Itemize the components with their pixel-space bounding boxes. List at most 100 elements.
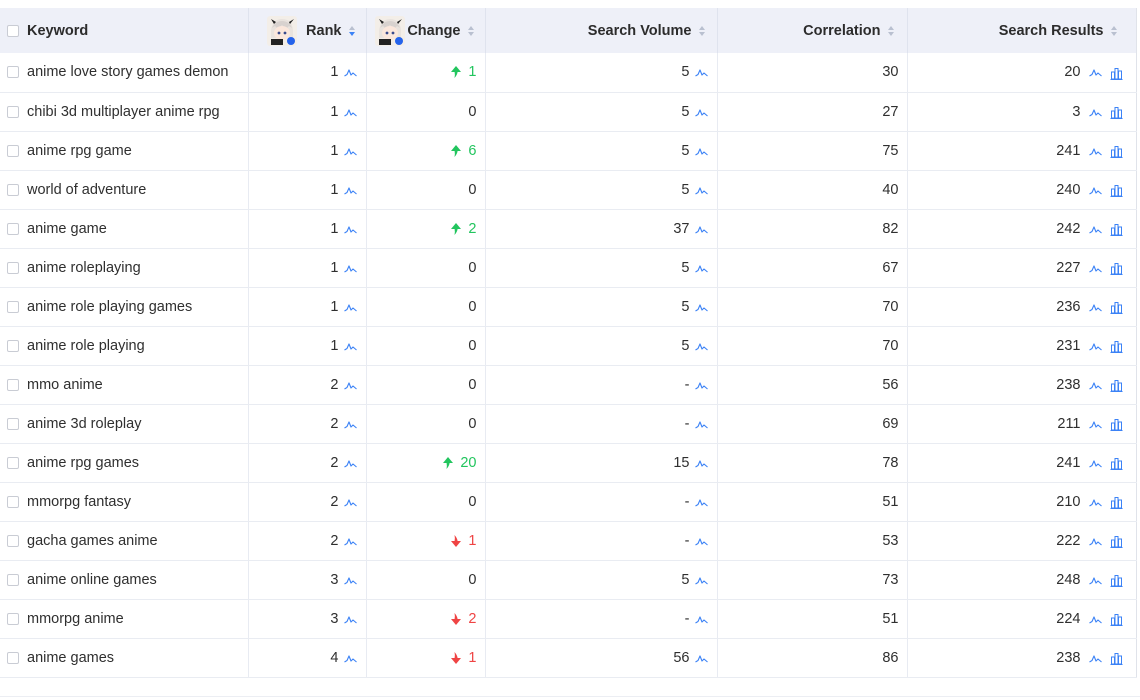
- trend-chart-icon[interactable]: [1088, 108, 1102, 118]
- trend-chart-icon[interactable]: [343, 420, 357, 430]
- bar-chart-icon[interactable]: [1110, 145, 1123, 158]
- trend-chart-icon[interactable]: [343, 303, 357, 313]
- table-row[interactable]: anime 3d roleplay 2 0 - 69 211: [0, 404, 1137, 444]
- keyword-text[interactable]: mmorpg fantasy: [27, 494, 131, 510]
- table-row[interactable]: anime role playing games 1 0 5 70 236: [0, 287, 1137, 327]
- search-results-column-header[interactable]: Search Results: [907, 8, 1137, 53]
- trend-chart-icon[interactable]: [694, 147, 708, 157]
- table-row[interactable]: mmorpg fantasy 2 0 - 51 210: [0, 482, 1137, 522]
- row-checkbox[interactable]: [7, 261, 19, 274]
- bar-chart-icon[interactable]: [1110, 652, 1123, 665]
- row-checkbox[interactable]: [7, 495, 19, 508]
- trend-chart-icon[interactable]: [343, 186, 357, 196]
- row-checkbox[interactable]: [7, 66, 19, 79]
- row-checkbox[interactable]: [7, 378, 19, 391]
- trend-chart-icon[interactable]: [1088, 264, 1102, 274]
- table-row[interactable]: anime game 1 2 37 82 242: [0, 209, 1137, 249]
- trend-chart-icon[interactable]: [1088, 68, 1102, 78]
- trend-chart-icon[interactable]: [1088, 654, 1102, 664]
- trend-chart-icon[interactable]: [343, 576, 357, 586]
- bar-chart-icon[interactable]: [1110, 574, 1123, 587]
- row-checkbox[interactable]: [7, 300, 19, 313]
- correlation-column-header[interactable]: Correlation: [717, 8, 908, 53]
- trend-chart-icon[interactable]: [694, 615, 708, 625]
- sort-icon[interactable]: [887, 25, 895, 37]
- trend-chart-icon[interactable]: [694, 420, 708, 430]
- table-row[interactable]: anime rpg games 2 20 15 78 241: [0, 443, 1137, 483]
- keyword-text[interactable]: anime game: [27, 221, 107, 237]
- row-checkbox[interactable]: [7, 651, 19, 664]
- table-row[interactable]: anime online games 3 0 5 73 248: [0, 560, 1137, 600]
- trend-chart-icon[interactable]: [694, 303, 708, 313]
- bar-chart-icon[interactable]: [1110, 457, 1123, 470]
- row-checkbox[interactable]: [7, 534, 19, 547]
- trend-chart-icon[interactable]: [694, 459, 708, 469]
- trend-chart-icon[interactable]: [343, 68, 357, 78]
- keyword-text[interactable]: anime love story games demon: [27, 64, 229, 80]
- trend-chart-icon[interactable]: [694, 381, 708, 391]
- trend-chart-icon[interactable]: [694, 225, 708, 235]
- keyword-text[interactable]: anime roleplaying: [27, 260, 141, 276]
- trend-chart-icon[interactable]: [694, 498, 708, 508]
- trend-chart-icon[interactable]: [1088, 381, 1102, 391]
- keyword-text[interactable]: anime online games: [27, 572, 157, 588]
- bar-chart-icon[interactable]: [1110, 106, 1123, 119]
- bar-chart-icon[interactable]: [1110, 184, 1123, 197]
- row-checkbox[interactable]: [7, 456, 19, 469]
- trend-chart-icon[interactable]: [694, 264, 708, 274]
- row-checkbox[interactable]: [7, 612, 19, 625]
- bar-chart-icon[interactable]: [1110, 301, 1123, 314]
- keyword-text[interactable]: mmorpg anime: [27, 611, 124, 627]
- trend-chart-icon[interactable]: [1088, 576, 1102, 586]
- sort-icon[interactable]: [698, 25, 706, 37]
- sort-icon[interactable]: [348, 25, 356, 37]
- table-row[interactable]: world of adventure 1 0 5 40 240: [0, 170, 1137, 210]
- trend-chart-icon[interactable]: [343, 615, 357, 625]
- bar-chart-icon[interactable]: [1110, 223, 1123, 236]
- table-row[interactable]: anime love story games demon 1 1 5 30 20: [0, 53, 1137, 93]
- trend-chart-icon[interactable]: [1088, 186, 1102, 196]
- keyword-text[interactable]: mmo anime: [27, 377, 103, 393]
- keyword-text[interactable]: anime games: [27, 650, 114, 666]
- table-row[interactable]: anime role playing 1 0 5 70 231: [0, 326, 1137, 366]
- keyword-text[interactable]: anime rpg game: [27, 143, 132, 159]
- trend-chart-icon[interactable]: [694, 68, 708, 78]
- trend-chart-icon[interactable]: [1088, 615, 1102, 625]
- bar-chart-icon[interactable]: [1110, 418, 1123, 431]
- trend-chart-icon[interactable]: [343, 225, 357, 235]
- row-checkbox[interactable]: [7, 144, 19, 157]
- row-checkbox[interactable]: [7, 183, 19, 196]
- table-row[interactable]: anime rpg game 1 6 5 75 241: [0, 131, 1137, 171]
- trend-chart-icon[interactable]: [1088, 225, 1102, 235]
- trend-chart-icon[interactable]: [694, 186, 708, 196]
- trend-chart-icon[interactable]: [694, 342, 708, 352]
- sort-icon[interactable]: [1110, 25, 1118, 37]
- trend-chart-icon[interactable]: [343, 498, 357, 508]
- trend-chart-icon[interactable]: [343, 147, 357, 157]
- table-row[interactable]: anime roleplaying 1 0 5 67 227: [0, 248, 1137, 288]
- trend-chart-icon[interactable]: [1088, 498, 1102, 508]
- keyword-text[interactable]: world of adventure: [27, 182, 146, 198]
- bar-chart-icon[interactable]: [1110, 613, 1123, 626]
- table-row[interactable]: chibi 3d multiplayer anime rpg 1 0 5 27 3: [0, 92, 1137, 132]
- keyword-text[interactable]: gacha games anime: [27, 533, 158, 549]
- trend-chart-icon[interactable]: [343, 108, 357, 118]
- keyword-text[interactable]: anime rpg games: [27, 455, 139, 471]
- trend-chart-icon[interactable]: [343, 342, 357, 352]
- trend-chart-icon[interactable]: [694, 654, 708, 664]
- trend-chart-icon[interactable]: [343, 459, 357, 469]
- bar-chart-icon[interactable]: [1110, 496, 1123, 509]
- trend-chart-icon[interactable]: [1088, 342, 1102, 352]
- keyword-text[interactable]: anime 3d roleplay: [27, 416, 141, 432]
- rank-column-header[interactable]: Rank: [248, 8, 367, 53]
- keyword-text[interactable]: anime role playing games: [27, 299, 192, 315]
- bar-chart-icon[interactable]: [1110, 535, 1123, 548]
- trend-chart-icon[interactable]: [343, 654, 357, 664]
- table-row[interactable]: gacha games anime 2 1 - 53 222: [0, 521, 1137, 561]
- keyword-text[interactable]: anime role playing: [27, 338, 145, 354]
- table-row[interactable]: mmorpg anime 3 2 - 51 224: [0, 599, 1137, 639]
- sort-icon[interactable]: [467, 25, 475, 37]
- row-checkbox[interactable]: [7, 339, 19, 352]
- row-checkbox[interactable]: [7, 417, 19, 430]
- trend-chart-icon[interactable]: [343, 264, 357, 274]
